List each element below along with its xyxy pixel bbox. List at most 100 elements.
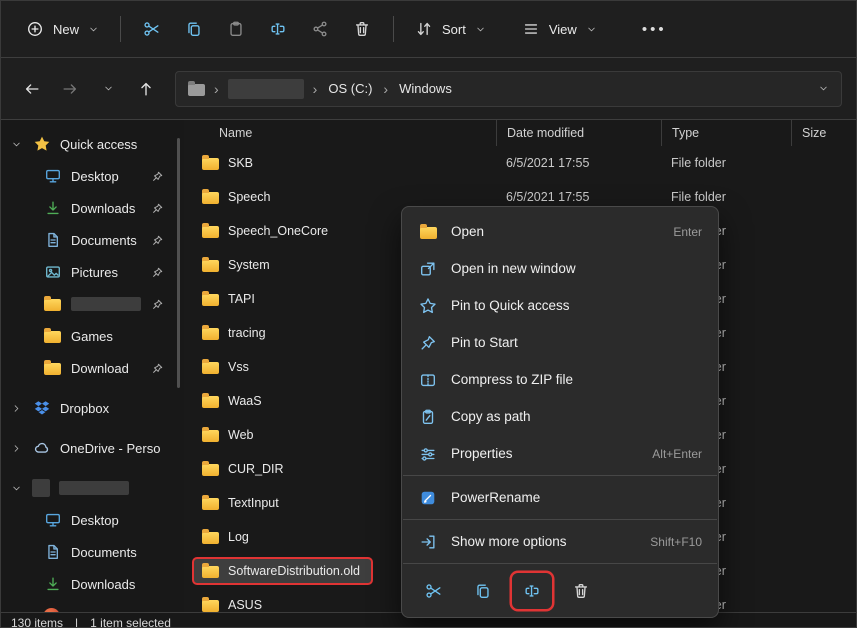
back-button[interactable] <box>15 73 49 105</box>
file-name: SKB <box>228 156 253 170</box>
cut-button[interactable] <box>131 11 173 47</box>
rename-button[interactable] <box>512 573 552 609</box>
document-icon <box>43 543 62 561</box>
sidebar-item-label: Downloads <box>71 201 135 216</box>
breadcrumb-drive[interactable]: OS (C:) <box>326 79 374 98</box>
item-count: 130 items <box>11 616 63 627</box>
file-name: Speech <box>228 190 270 204</box>
column-header-date[interactable]: Date modified <box>496 120 661 146</box>
file-name: Web <box>228 428 253 442</box>
breadcrumb-separator: › <box>383 81 388 97</box>
sidebar-item-redacted-folder[interactable] <box>1 288 184 320</box>
breadcrumb-separator: › <box>214 81 219 97</box>
menu-item-open[interactable]: Open Enter <box>402 213 718 250</box>
address-dropdown-chevron-icon[interactable] <box>818 83 829 94</box>
menu-item-show-more-options[interactable]: Show more options Shift+F10 <box>402 523 718 560</box>
menu-item-open-in-new-window[interactable]: Open in new window <box>402 250 718 287</box>
folder-icon <box>202 328 219 340</box>
new-button[interactable]: New <box>15 13 110 45</box>
breadcrumb-folder[interactable]: Windows <box>397 79 454 98</box>
sidebar-item-user-documents[interactable]: Documents <box>1 536 184 568</box>
file-name: TAPI <box>228 292 255 306</box>
view-button[interactable]: View <box>511 13 608 45</box>
sidebar-item-label: OneDrive - Perso <box>60 441 160 456</box>
sort-button-label: Sort <box>442 22 466 37</box>
sidebar-item-downloads[interactable]: Downloads <box>1 192 184 224</box>
sidebar-item-user-downloads[interactable]: Downloads <box>1 568 184 600</box>
menu-item-pin-to-start[interactable]: Pin to Start <box>402 324 718 361</box>
document-icon <box>43 231 62 249</box>
zip-icon <box>418 371 438 389</box>
sidebar-item-games[interactable]: Games <box>1 320 184 352</box>
chevron-down-icon <box>88 24 99 35</box>
menu-item-label: Show more options <box>451 534 637 549</box>
breadcrumb-separator: › <box>313 81 318 97</box>
pushpin-icon <box>418 334 438 352</box>
menu-item-label: Pin to Quick access <box>451 298 689 313</box>
menu-item-label: PowerRename <box>451 490 689 505</box>
breadcrumb[interactable]: › › OS (C:) › Windows <box>175 71 842 107</box>
sidebar-item-user-desktop[interactable]: Desktop <box>1 504 184 536</box>
sidebar-item-quick-access[interactable]: Quick access <box>1 128 184 160</box>
sidebar-item-dropbox[interactable]: Dropbox <box>1 392 184 424</box>
menu-item-pin-to-quick-access[interactable]: Pin to Quick access <box>402 287 718 324</box>
menu-item-compress-zip[interactable]: Compress to ZIP file <box>402 361 718 398</box>
menu-separator <box>403 475 717 476</box>
sidebar-item-documents[interactable]: Documents <box>1 224 184 256</box>
folder-icon <box>188 84 205 96</box>
menu-item-powerrename[interactable]: PowerRename <box>402 479 718 516</box>
paste-button[interactable] <box>215 11 257 47</box>
menu-item-copy-as-path[interactable]: Copy as path <box>402 398 718 435</box>
recent-locations-button[interactable] <box>91 73 125 105</box>
folder-icon <box>43 297 62 311</box>
sort-button[interactable]: Sort <box>404 13 497 45</box>
star-icon <box>32 135 51 153</box>
menu-item-label: Pin to Start <box>451 335 689 350</box>
sidebar-item-label: Documents <box>71 233 137 248</box>
folder-icon <box>202 294 219 306</box>
toolbar-divider <box>120 16 121 42</box>
share-button[interactable] <box>299 11 341 47</box>
file-name: WaaS <box>228 394 262 408</box>
copy-button[interactable] <box>463 573 503 609</box>
menu-item-label: Compress to ZIP file <box>451 372 689 387</box>
view-button-label: View <box>549 22 577 37</box>
chevron-right-icon <box>9 443 23 454</box>
sidebar-item-download[interactable]: Download <box>1 352 184 384</box>
column-header-size[interactable]: Size <box>791 120 856 146</box>
column-header-type[interactable]: Type <box>661 120 791 146</box>
file-row[interactable]: SKB 6/5/2021 17:55 File folder <box>184 146 856 180</box>
delete-button[interactable] <box>341 11 383 47</box>
column-header-name[interactable]: Name <box>184 120 496 146</box>
trash-icon <box>353 20 371 38</box>
file-explorer-window: New Sort View ••• › › <box>0 0 857 628</box>
dropbox-icon <box>32 399 51 417</box>
file-type: File folder <box>661 190 791 204</box>
rename-icon <box>523 582 541 600</box>
menu-item-properties[interactable]: Properties Alt+Enter <box>402 435 718 472</box>
up-button[interactable] <box>129 73 163 105</box>
more-options-button[interactable]: ••• <box>632 21 677 38</box>
delete-button[interactable] <box>561 573 601 609</box>
menu-item-shortcut: Shift+F10 <box>650 535 702 549</box>
monitor-icon <box>43 511 62 529</box>
file-name: ASUS <box>228 598 262 612</box>
chevron-down-icon <box>9 139 23 150</box>
sidebar-item-onedrive[interactable]: OneDrive - Perso <box>1 432 184 464</box>
copy-button[interactable] <box>173 11 215 47</box>
chevron-down-icon <box>475 24 486 35</box>
forward-button[interactable] <box>53 73 87 105</box>
sidebar-item-user-redacted[interactable] <box>1 472 184 504</box>
file-name: Speech_OneCore <box>228 224 328 238</box>
sidebar-scrollbar[interactable] <box>177 138 180 388</box>
sidebar-item-desktop[interactable]: Desktop <box>1 160 184 192</box>
cut-button[interactable] <box>414 573 454 609</box>
file-name: SoftwareDistribution.old <box>228 564 360 578</box>
menu-item-shortcut: Alt+Enter <box>652 447 702 461</box>
chevron-right-icon <box>9 403 23 414</box>
download-arrow-icon <box>43 199 62 217</box>
arrow-right-icon <box>61 80 79 98</box>
sidebar-item-pictures[interactable]: Pictures <box>1 256 184 288</box>
redacted-label <box>59 481 129 495</box>
rename-button[interactable] <box>257 11 299 47</box>
